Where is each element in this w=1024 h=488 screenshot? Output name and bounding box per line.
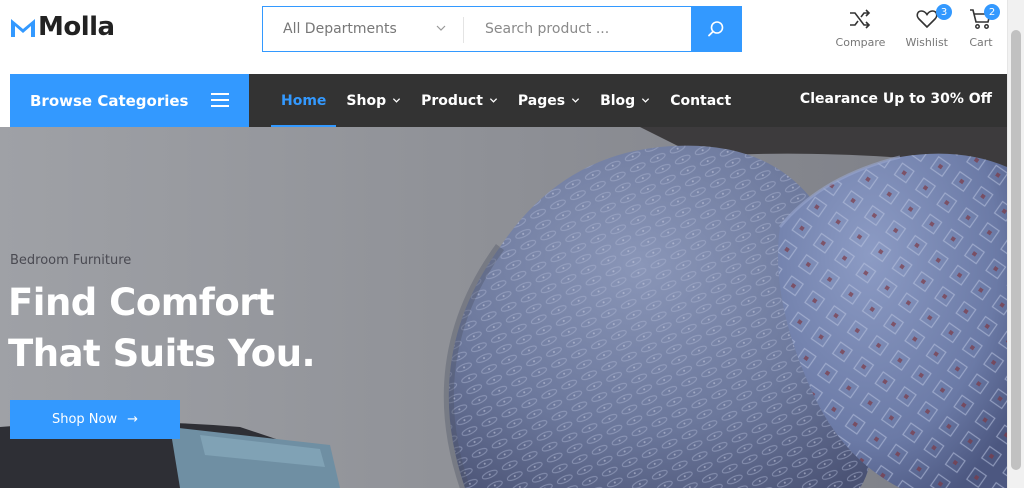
divider — [463, 17, 464, 43]
nav-item-home[interactable]: Home — [271, 74, 337, 127]
nav-item-shop[interactable]: Shop — [336, 74, 411, 127]
browse-categories-label: Browse Categories — [30, 91, 189, 110]
browse-categories-button[interactable]: Browse Categories — [10, 74, 249, 127]
header-actions: Compare Wishlist 3 Cart 2 — [816, 4, 1000, 49]
cart-label: Cart — [969, 36, 993, 49]
scrollbar[interactable] — [1007, 0, 1024, 488]
cart-count-badge: 2 — [984, 4, 1000, 20]
nav-item-label: Product — [421, 92, 483, 109]
nav-item-contact[interactable]: Contact — [660, 74, 741, 127]
chevron-down-icon — [642, 98, 650, 103]
hero-subtitle: Bedroom Furniture — [10, 253, 132, 268]
logo-text: Molla — [38, 12, 115, 42]
search-button[interactable] — [691, 7, 741, 51]
compare-link[interactable]: Compare — [835, 6, 886, 49]
hero-banner: Bedroom Furniture Find Comfort That Suit… — [0, 127, 1007, 488]
chevron-down-icon — [436, 25, 446, 31]
hero-title-line: That Suits You. — [8, 332, 316, 375]
nav-menu: Home Shop Product Pages Blog Contact — [271, 74, 741, 127]
scrollbar-thumb[interactable] — [1011, 30, 1021, 470]
nav-item-blog[interactable]: Blog — [590, 74, 660, 127]
chevron-down-icon — [571, 98, 580, 103]
chevron-down-icon — [393, 98, 401, 103]
search-icon — [708, 21, 724, 37]
hero-title: Find Comfort That Suits You. — [8, 277, 316, 379]
main-nav: Browse Categories Home Shop Product Page… — [10, 74, 1007, 127]
shop-now-button[interactable]: Shop Now → — [10, 400, 180, 439]
nav-item-label: Blog — [600, 92, 636, 109]
site-header: Molla All Departments Search product ...… — [0, 0, 1024, 74]
hero-title-line: Find Comfort — [8, 281, 275, 324]
chevron-down-icon — [489, 98, 497, 103]
cart-link[interactable]: Cart 2 — [968, 4, 1000, 49]
department-select-value: All Departments — [283, 21, 397, 37]
compare-label: Compare — [835, 36, 886, 49]
search-input[interactable] — [463, 7, 691, 51]
nav-item-label: Shop — [346, 92, 387, 109]
compare-icon — [850, 9, 871, 29]
nav-item-product[interactable]: Product — [411, 74, 508, 127]
shop-now-label: Shop Now — [51, 412, 118, 427]
wishlist-label: Wishlist — [905, 36, 948, 49]
arrow-right-icon: → — [127, 412, 139, 427]
nav-item-label: Home — [281, 92, 327, 109]
nav-item-label: Pages — [517, 92, 566, 109]
clearance-promo-link[interactable]: Clearance Up to 30% Off — [800, 91, 992, 107]
logo-mark-icon — [11, 19, 35, 37]
logo[interactable]: Molla — [10, 10, 115, 44]
hamburger-icon — [211, 93, 229, 107]
search-bar: All Departments — [262, 6, 742, 52]
wishlist-link[interactable]: Wishlist 3 — [905, 4, 952, 49]
nav-item-label: Contact — [670, 92, 732, 109]
nav-item-pages[interactable]: Pages — [508, 74, 590, 127]
wishlist-count-badge: 3 — [936, 4, 952, 20]
department-select[interactable]: All Departments — [263, 7, 463, 51]
